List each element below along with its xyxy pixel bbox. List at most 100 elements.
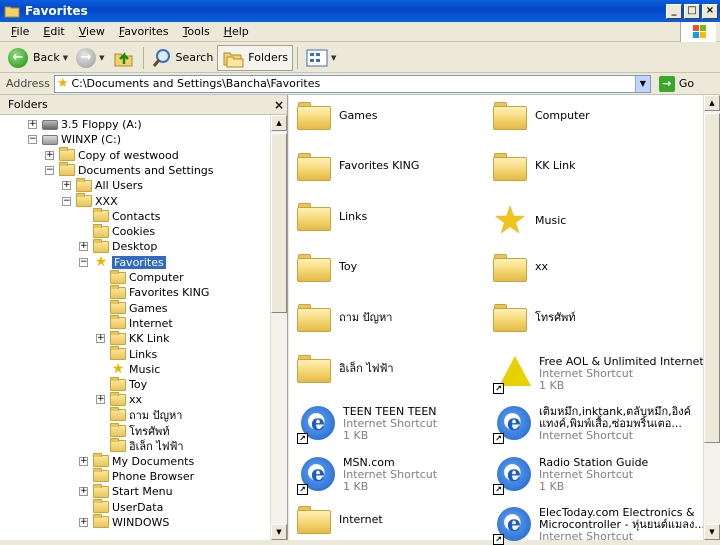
views-dropdown-icon[interactable]: ▼ [331,54,336,62]
expand-toggle[interactable]: + [96,334,105,344]
file-item[interactable]: xx [493,253,548,282]
tree-item[interactable]: Games [110,300,168,316]
file-item[interactable]: ↗ Free AOL & Unlimited Internet Internet S… [493,354,704,394]
folder-tree: +3.5 Floppy (A:) − WINXP (C:) + Copy of west… [0,115,271,540]
file-item[interactable]: Toy [297,253,357,282]
tree-item[interactable]: โทรศัพท์ [110,422,170,438]
scroll-up-button[interactable]: ▲ [704,95,720,111]
tree-item-label: Games [129,301,168,315]
file-item[interactable]: Links [297,202,367,231]
address-dropdown-icon[interactable]: ▼ [634,75,650,92]
menu-file[interactable]: File [4,25,36,38]
tree-item[interactable]: + Desktop [79,238,157,254]
folder-body [493,257,527,282]
scroll-thumb[interactable] [704,113,720,443]
tree-item[interactable]: Links [110,346,157,362]
up-folder-button[interactable] [109,45,139,71]
views-button[interactable]: ▼ [302,45,340,71]
folder-body [297,156,331,181]
menu-help[interactable]: Help [217,25,256,38]
close-button[interactable]: × [702,3,718,19]
expand-toggle[interactable]: + [79,517,88,527]
collapse-toggle[interactable]: − [62,196,71,206]
tree-item[interactable]: Contacts [93,208,161,224]
file-item-size: 1 KB [343,479,369,493]
tree-item[interactable]: + WINDOWS [79,514,169,530]
file-item[interactable]: Games [297,101,377,130]
tree-item[interactable]: Favorites KING [110,284,209,300]
tree-item[interactable]: + Start Menu [79,483,173,499]
tree-item[interactable]: + xx [96,391,142,407]
collapse-toggle[interactable]: − [28,135,37,145]
expand-toggle[interactable]: + [28,120,37,129]
tree-item[interactable]: Cookies [93,223,155,239]
address-value: C:\Documents and Settings\Bancha\Favorit… [71,77,321,90]
folder-body [493,308,527,332]
file-view: Games Computer Favorites KING KK Link Links ★… [289,95,720,545]
tree-scrollbar[interactable]: ▲ ▼ [270,115,287,540]
file-item[interactable]: ถาม ปัญหา [297,303,392,332]
file-item-size: 1 KB [539,479,565,493]
expand-toggle[interactable]: + [45,150,54,160]
maximize-button[interactable]: □ [684,3,700,19]
menu-view[interactable]: View [72,25,112,38]
tree-item[interactable]: Computer [110,269,184,285]
file-item[interactable]: โทรศัพท์ [493,303,576,332]
expand-toggle[interactable]: + [62,181,71,191]
file-item[interactable]: อิเล็ก ไฟฟ้า [297,354,394,383]
back-button[interactable]: ← Back ▼ [4,45,72,71]
tree-item[interactable]: UserData [93,499,163,515]
tree-item[interactable]: − Documents and Settings [45,162,214,178]
expand-toggle[interactable]: + [96,395,105,405]
star-icon: ★ [56,76,69,91]
go-label: Go [678,77,695,90]
file-view-scrollbar[interactable]: ▲ ▼ [703,95,720,540]
menu-favorites[interactable]: Favorites [112,25,176,38]
file-item[interactable]: e ↗ TEEN TEEN TEEN Internet Shortcut 1 KB [297,404,437,444]
scroll-up-button[interactable]: ▲ [271,115,287,131]
minimize-button[interactable]: _ [666,3,682,19]
scroll-down-button[interactable]: ▼ [704,524,720,540]
collapse-toggle[interactable]: − [79,257,88,267]
file-item[interactable]: ★ Music [493,201,566,239]
expand-toggle[interactable]: + [79,242,88,252]
tree-item[interactable]: อิเล็ก ไฟฟ้า [110,437,184,453]
tree-item[interactable]: + KK Link [96,330,169,346]
tree-item[interactable]: +3.5 Floppy (A:) [28,117,142,132]
collapse-toggle[interactable]: − [45,165,54,175]
address-input[interactable]: ★ C:\Documents and Settings\Bancha\Favor… [53,74,651,93]
forward-button[interactable]: → ▼ [72,45,108,71]
scroll-down-button[interactable]: ▼ [271,524,287,540]
file-item[interactable]: e ↗ เติมหมึก,inktank,ตลับหมึก,อิงค์ แทงค์,พ… [493,404,691,444]
search-button[interactable]: Search [148,45,218,71]
menu-edit[interactable]: Edit [36,25,71,38]
file-item[interactable]: e ↗ MSN.com Internet Shortcut 1 KB [297,455,437,495]
tree-item[interactable]: + Copy of westwood [45,147,179,163]
tree-item[interactable]: − ★ Favorites [79,255,166,270]
tree-item[interactable]: Toy [110,376,147,392]
tree-item[interactable]: Internet [110,315,173,331]
folders-button[interactable]: Folders [217,44,294,71]
close-folders-pane-button[interactable]: × [271,98,287,112]
file-item[interactable]: e ↗ Radio Station Guide Internet Shortcut 1 … [493,455,648,495]
scroll-thumb[interactable] [271,133,287,313]
tree-item[interactable]: − WINXP (C:) [28,132,121,147]
go-button[interactable]: → Go [658,75,695,92]
tree-item[interactable]: Phone Browser [93,468,194,484]
back-dropdown-icon[interactable]: ▼ [63,54,68,62]
tree-item[interactable]: ★ Music [110,362,161,377]
tree-item[interactable]: + My Documents [79,453,194,469]
menu-tools[interactable]: Tools [176,25,217,38]
file-item[interactable]: Computer [493,101,590,130]
expand-toggle[interactable]: + [79,487,88,497]
file-item[interactable]: Internet [297,505,383,534]
forward-dropdown-icon[interactable]: ▼ [99,54,104,62]
expand-toggle[interactable]: + [79,456,88,466]
file-item[interactable]: KK Link [493,152,575,181]
tree-item[interactable]: + All Users [62,177,143,193]
title-bar[interactable]: Favorites _ □ × [0,0,720,22]
tree-item[interactable]: − XXX [62,193,118,209]
tree-item[interactable]: ถาม ปัญหา [110,407,182,423]
file-item[interactable]: Favorites KING [297,152,419,181]
file-item[interactable]: e ↗ ElecToday.com Electronics & Microcontro… [493,505,705,545]
